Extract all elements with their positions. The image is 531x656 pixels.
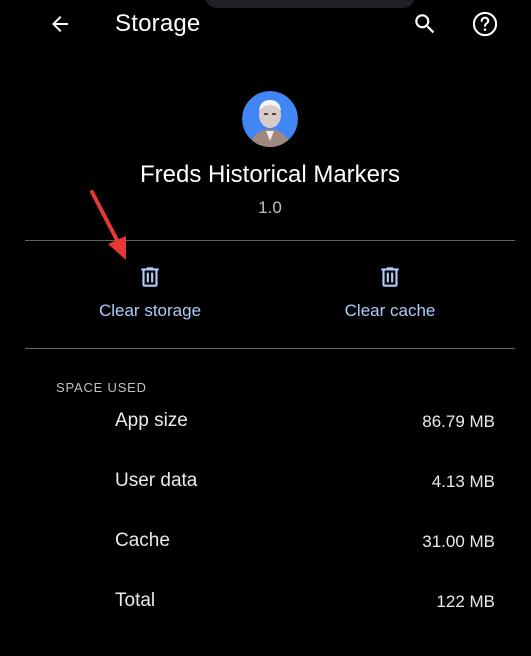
row-label: App size xyxy=(115,410,188,431)
back-button[interactable] xyxy=(42,6,78,42)
row-label: User data xyxy=(115,470,198,491)
clear-cache-button[interactable]: Clear cache xyxy=(290,258,490,334)
space-used-header: SPACE USED xyxy=(56,380,147,395)
storage-row-total: Total 122 MB xyxy=(0,582,531,622)
trash-icon xyxy=(141,267,159,287)
search-button[interactable] xyxy=(407,6,443,42)
app-version: 1.0 xyxy=(258,198,282,217)
trash-icon xyxy=(381,267,399,287)
app-name: Freds Historical Markers xyxy=(139,161,401,188)
clear-storage-button[interactable]: Clear storage xyxy=(50,258,250,334)
divider xyxy=(25,348,515,349)
help-circle-icon xyxy=(472,11,498,37)
storage-row-cache: Cache 31.00 MB xyxy=(0,522,531,562)
row-value: 86.79 MB xyxy=(422,412,495,431)
page-title: Storage xyxy=(115,10,201,37)
row-value: 4.13 MB xyxy=(431,472,495,491)
row-label: Cache xyxy=(115,530,170,551)
search-icon xyxy=(415,14,435,34)
clear-cache-label: Clear cache xyxy=(344,301,436,320)
app-icon xyxy=(242,91,298,147)
help-button[interactable] xyxy=(467,6,503,42)
row-value: 122 MB xyxy=(436,592,495,611)
storage-row-user-data: User data 4.13 MB xyxy=(0,462,531,502)
storage-row-app-size: App size 86.79 MB xyxy=(0,402,531,442)
annotation-arrow-icon xyxy=(90,190,126,260)
row-label: Total xyxy=(115,590,156,611)
clear-storage-label: Clear storage xyxy=(98,301,202,320)
arrow-back-icon xyxy=(52,16,68,32)
app-bar: Storage xyxy=(0,0,531,52)
row-value: 31.00 MB xyxy=(422,532,495,551)
